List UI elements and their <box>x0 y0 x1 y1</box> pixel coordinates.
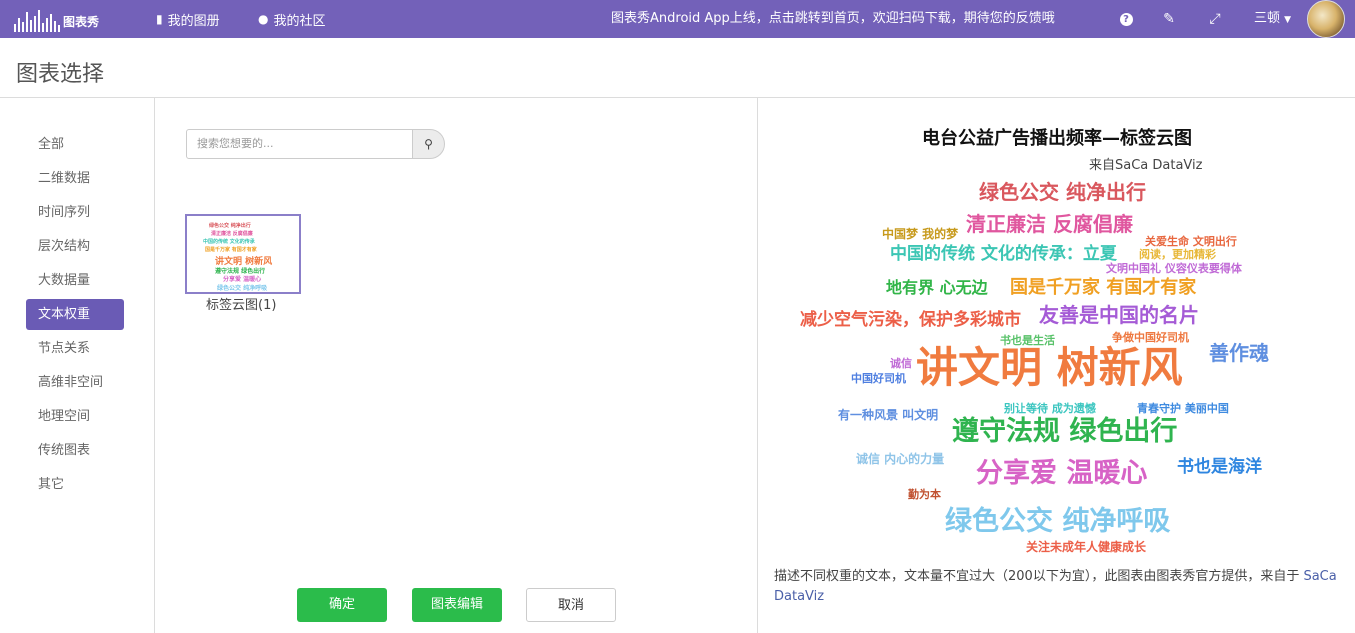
sidebar-item-hierarchy[interactable]: 层次结构 <box>26 231 124 262</box>
sidebar-item-text-weight[interactable]: 文本权重 <box>26 299 124 330</box>
edit-icon[interactable]: ✎ <box>1160 0 1178 38</box>
thumb-word: 分享爱 温暖心 <box>223 276 262 283</box>
search-button[interactable]: ⚲ <box>412 129 445 159</box>
sidebar-item-time-series[interactable]: 时间序列 <box>26 197 124 228</box>
caret-down-icon: ▼ <box>1284 15 1292 25</box>
chart-preview-panel: 电台公益广告播出频率—标签云图 来自SaCa DataViz 绿色公交 纯净出行… <box>759 98 1355 633</box>
sidebar-item-node-relations[interactable]: 节点关系 <box>26 333 124 364</box>
chart-gallery-panel: 搜索您想要的... ⚲ 绿色公交 纯净出行 清正廉洁 反腐倡廉 中国的传统 文化… <box>156 98 758 633</box>
nav-label: 我的社区 <box>273 13 326 29</box>
sidebar-item-traditional[interactable]: 传统图表 <box>26 435 124 466</box>
cloud-word: 友善是中国的名片 <box>1039 303 1199 327</box>
cloud-word: 阅读，更加精彩 <box>1139 248 1216 261</box>
sidebar-item-2d-data[interactable]: 二维数据 <box>26 163 124 194</box>
cloud-word: 地有界 心无边 <box>886 278 988 297</box>
search-icon: ⚲ <box>424 137 433 151</box>
cloud-word: 清正廉洁 反腐倡廉 <box>966 212 1133 236</box>
cloud-word: 关注未成年人健康成长 <box>1026 540 1147 554</box>
chart-description: 描述不同权重的文本，文本量不宜过大（200以下为宜），此图表由图表秀官方提供，来… <box>774 567 1349 607</box>
top-bar: 图表秀 ▮ 我的图册 ● 我的社区 图表秀Android App上线，点击跳转到… <box>0 0 1355 38</box>
cloud-word: 诚信 内心的力量 <box>856 452 945 466</box>
cloud-word: 减少空气污染，保护多彩城市 <box>800 310 1021 330</box>
cloud-word: 诚信 <box>890 357 912 370</box>
cloud-word: 绿色公交 纯净出行 <box>979 180 1146 204</box>
sidebar-item-geo[interactable]: 地理空间 <box>26 401 124 432</box>
cloud-word: 勤为本 <box>908 488 941 501</box>
nav-label: 我的图册 <box>167 13 220 29</box>
cloud-word: 有一种风景 叫文明 <box>838 408 939 422</box>
cloud-word: 中国梦 我的梦 <box>882 227 959 241</box>
book-icon: ▮ <box>156 12 163 26</box>
cloud-word: 青春守护 美丽中国 <box>1137 402 1229 415</box>
chart-edit-button[interactable]: 图表编辑 <box>412 588 502 622</box>
thumbnail-label: 标签云图(1) <box>206 298 277 313</box>
user-menu[interactable]: 三顿 ▼ <box>1254 0 1291 38</box>
sidebar-item-all[interactable]: 全部 <box>26 129 124 160</box>
nav-my-community[interactable]: ● 我的社区 <box>258 0 326 38</box>
logo-bars-icon <box>14 10 60 32</box>
preview-title: 电台公益广告播出频率—标签云图 <box>922 128 1192 149</box>
cloud-word: 善作魂 <box>1209 341 1269 365</box>
avatar[interactable] <box>1307 0 1345 38</box>
chart-thumbnail-tag-cloud[interactable]: 绿色公交 纯净出行 清正廉洁 反腐倡廉 中国的传统 文化的传承 国是千万家 有国… <box>185 214 301 294</box>
cloud-word: 中国的传统 文化的传承：立夏 <box>890 244 1117 264</box>
sidebar-item-high-dim[interactable]: 高维非空间 <box>26 367 124 398</box>
cloud-word: 争做中国好司机 <box>1112 331 1189 344</box>
cloud-word: 中国好司机 <box>851 372 906 385</box>
thumb-word: 清正廉洁 反腐倡廉 <box>211 231 253 237</box>
cancel-button[interactable]: 取消 <box>526 588 616 622</box>
description-text: 描述不同权重的文本，文本量不宜过大（200以下为宜），此图表由图表秀官方提供，来… <box>774 569 1300 584</box>
search-input[interactable]: 搜索您想要的... <box>186 129 413 159</box>
cloud-word: 分享爱 温暖心 <box>976 458 1148 489</box>
cloud-word: 遵守法规 绿色出行 <box>952 416 1178 447</box>
nav-my-albums[interactable]: ▮ 我的图册 <box>156 0 220 38</box>
fullscreen-icon[interactable]: ⤢ <box>1206 0 1224 38</box>
cloud-word: 讲文明 树新风 <box>916 343 1183 392</box>
globe-icon: ● <box>258 12 269 26</box>
user-name: 三顿 <box>1254 11 1281 26</box>
page-title: 图表选择 <box>16 62 105 87</box>
cloud-word: 绿色公交 纯净呼吸 <box>945 506 1171 537</box>
app-logo[interactable]: 图表秀 <box>14 6 99 32</box>
page-header: 图表选择 <box>0 38 1355 98</box>
thumb-word: 绿色公交 纯净呼吸 <box>217 285 268 292</box>
cloud-word: 文明中国礼 仪容仪表要得体 <box>1106 262 1242 275</box>
confirm-button[interactable]: 确定 <box>297 588 387 622</box>
sidebar-item-other[interactable]: 其它 <box>26 469 124 500</box>
logo-text: 图表秀 <box>63 15 100 29</box>
cloud-word: 关爱生命 文明出行 <box>1145 235 1237 248</box>
announcement-link[interactable]: 图表秀Android App上线，点击跳转到首页，欢迎扫码下载，期待您的反馈哦 <box>611 0 1055 38</box>
help-icon[interactable]: ? <box>1118 0 1134 38</box>
thumb-word: 中国的传统 文化的传承 <box>203 239 255 245</box>
preview-subtitle: 来自SaCa DataViz <box>1089 158 1203 173</box>
thumb-word: 国是千万家 有国才有家 <box>205 247 257 253</box>
sidebar-item-big-data[interactable]: 大数据量 <box>26 265 124 296</box>
category-sidebar: 全部 二维数据 时间序列 层次结构 大数据量 文本权重 节点关系 高维非空间 地… <box>0 98 155 633</box>
cloud-word: 书也是海洋 <box>1177 457 1262 477</box>
cloud-word: 别让等待 成为遗憾 <box>1004 402 1096 415</box>
thumb-word: 绿色公交 纯净出行 <box>209 223 251 229</box>
cloud-word: 国是千万家 有国才有家 <box>1010 277 1197 298</box>
